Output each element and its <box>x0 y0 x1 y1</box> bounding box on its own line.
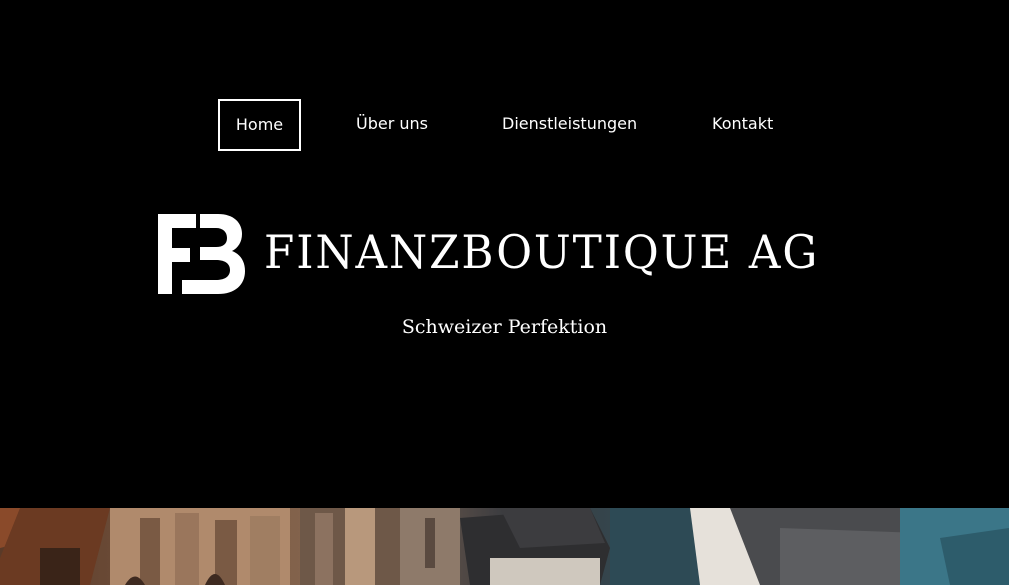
nav-item-kontakt[interactable]: Kontakt <box>712 99 773 151</box>
nav-item-dienstleistungen[interactable]: Dienstleistungen <box>502 99 637 151</box>
brand-logo[interactable]: FINANZBOUTIQUE AG <box>156 214 866 296</box>
main-navigation: Home Über uns Dienstleistungen Kontakt <box>0 99 1009 151</box>
page: Home Über uns Dienstleistungen Kontakt F… <box>0 0 1009 585</box>
brand-tagline: Schweizer Perfektion <box>401 316 608 338</box>
nav-item-ueber-uns[interactable]: Über uns <box>356 99 428 151</box>
fb-monogram-icon <box>158 214 245 294</box>
brand-name: FINANZBOUTIQUE AG <box>264 225 820 279</box>
nav-item-home[interactable]: Home <box>218 99 301 151</box>
hero-image <box>0 508 1009 585</box>
city-rooftops-photo <box>0 508 1009 585</box>
